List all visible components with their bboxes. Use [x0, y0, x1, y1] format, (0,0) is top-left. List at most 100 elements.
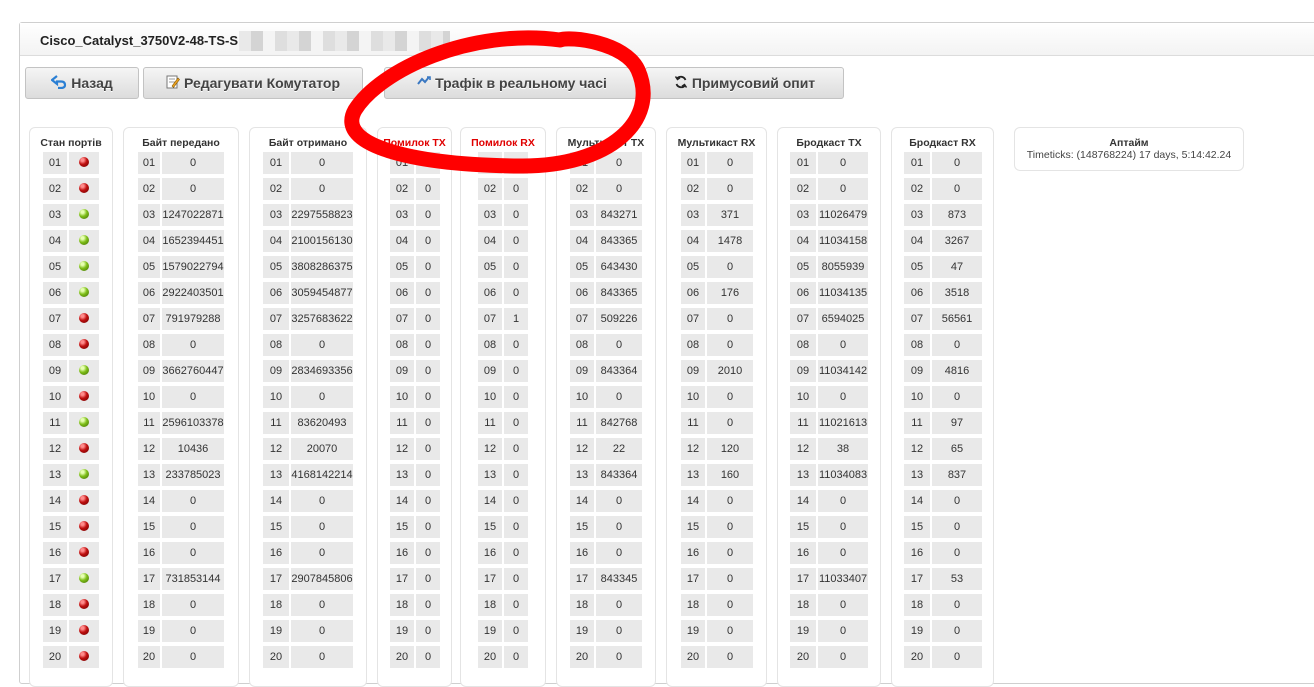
- stat-value: 0: [707, 646, 753, 668]
- port-row: 16 0: [124, 542, 240, 564]
- stat-value: 0: [932, 334, 982, 356]
- status-down-led-icon: [79, 495, 89, 505]
- port-number: 06: [138, 282, 160, 304]
- stat-value: 0: [818, 178, 868, 200]
- edit-switch-button[interactable]: Редагувати Комутатор: [143, 67, 363, 99]
- port-number: 07: [263, 308, 289, 330]
- uptime-header: Аптайм: [1109, 137, 1149, 149]
- column-header: Бродкаст TX: [796, 137, 862, 149]
- port-number: 19: [904, 620, 930, 642]
- back-button[interactable]: Назад: [25, 67, 139, 99]
- port-row: 13 0: [461, 464, 547, 486]
- port-number: 12: [681, 438, 705, 460]
- stat-value: 20070: [291, 438, 353, 460]
- port-row: 02 0: [892, 178, 995, 200]
- port-row: 12 38: [778, 438, 882, 460]
- port-number: 13: [263, 464, 289, 486]
- port-number: 17: [43, 568, 67, 590]
- port-number: 07: [138, 308, 160, 330]
- port-status-cell: [69, 230, 99, 252]
- port-row: 18 0: [461, 594, 547, 616]
- port-number: 12: [904, 438, 930, 460]
- port-number: 09: [904, 360, 930, 382]
- port-row: 05 643430: [557, 256, 657, 278]
- port-number: 10: [138, 386, 160, 408]
- port-row: 04 3267: [892, 230, 995, 252]
- port-row: 01 0: [378, 152, 453, 174]
- realtime-traffic-button[interactable]: Трафік в реальному часі: [384, 67, 640, 99]
- port-row: 08 0: [778, 334, 882, 356]
- port-row: 08: [30, 334, 114, 356]
- port-number: 15: [263, 516, 289, 538]
- stat-value: 6594025: [818, 308, 868, 330]
- port-row: 05 0: [461, 256, 547, 278]
- port-number: 11: [478, 412, 502, 434]
- port-row: 15 0: [667, 516, 768, 538]
- stat-value: 0: [416, 308, 440, 330]
- port-number: 20: [904, 646, 930, 668]
- stat-value: 0: [504, 282, 528, 304]
- port-number: 10: [43, 386, 67, 408]
- port-number: 17: [263, 568, 289, 590]
- port-number: 01: [681, 152, 705, 174]
- port-number: 15: [904, 516, 930, 538]
- stat-value: 0: [162, 620, 224, 642]
- port-number: 16: [904, 542, 930, 564]
- status-down-led-icon: [79, 521, 89, 531]
- port-number: 14: [790, 490, 816, 512]
- port-row: 03 371: [667, 204, 768, 226]
- port-row: 01 0: [557, 152, 657, 174]
- port-row: 08 0: [250, 334, 368, 356]
- port-number: 06: [43, 282, 67, 304]
- port-row: 07 0: [378, 308, 453, 330]
- port-status-cell: [69, 334, 99, 356]
- port-row: 10 0: [778, 386, 882, 408]
- stat-value: 3059454877: [291, 282, 353, 304]
- stat-value: 843364: [596, 464, 642, 486]
- port-row: 12 0: [461, 438, 547, 460]
- port-row: 13 837: [892, 464, 995, 486]
- traffic-icon: [417, 75, 431, 92]
- stat-value: 2297558823: [291, 204, 353, 226]
- port-row: 16 0: [557, 542, 657, 564]
- port-row: 03 0: [378, 204, 453, 226]
- port-row: 15: [30, 516, 114, 538]
- stat-value: 0: [504, 542, 528, 564]
- port-number: 01: [390, 152, 414, 174]
- column-header: Стан портів: [40, 137, 102, 149]
- port-row: 17 0: [667, 568, 768, 590]
- status-down-led-icon: [79, 391, 89, 401]
- port-number: 04: [138, 230, 160, 252]
- stat-value: 0: [596, 152, 642, 174]
- stat-value: 0: [416, 334, 440, 356]
- port-number: 06: [790, 282, 816, 304]
- stat-value: 1: [504, 308, 528, 330]
- port-row: 18 0: [667, 594, 768, 616]
- port-row: 11: [30, 412, 114, 434]
- stat-value: 0: [504, 178, 528, 200]
- column-errors-rx: Помилок RX 01 0 02 0 03 0 04 0 05 0 06 0 07 1 08 0 09 0 10 0…: [460, 127, 546, 687]
- port-row: 19 0: [778, 620, 882, 642]
- port-row: 02 0: [250, 178, 368, 200]
- port-row: 15 0: [557, 516, 657, 538]
- port-row: 05 3808286375: [250, 256, 368, 278]
- port-number: 07: [570, 308, 594, 330]
- port-number: 04: [43, 230, 67, 252]
- force-poll-button[interactable]: Примусовий опит: [645, 67, 844, 99]
- status-down-led-icon: [79, 183, 89, 193]
- port-row: 02 0: [461, 178, 547, 200]
- stat-value: 0: [504, 438, 528, 460]
- port-row: 09 2010: [667, 360, 768, 382]
- stat-value: 83620493: [291, 412, 353, 434]
- port-number: 10: [904, 386, 930, 408]
- edit-icon: [166, 75, 180, 92]
- port-number: 05: [390, 256, 414, 278]
- stat-value: 2010: [707, 360, 753, 382]
- port-row: 08 0: [124, 334, 240, 356]
- port-number: 15: [478, 516, 502, 538]
- stat-value: 0: [162, 594, 224, 616]
- port-number: 09: [43, 360, 67, 382]
- port-number: 07: [790, 308, 816, 330]
- port-number: 10: [263, 386, 289, 408]
- status-down-led-icon: [79, 443, 89, 453]
